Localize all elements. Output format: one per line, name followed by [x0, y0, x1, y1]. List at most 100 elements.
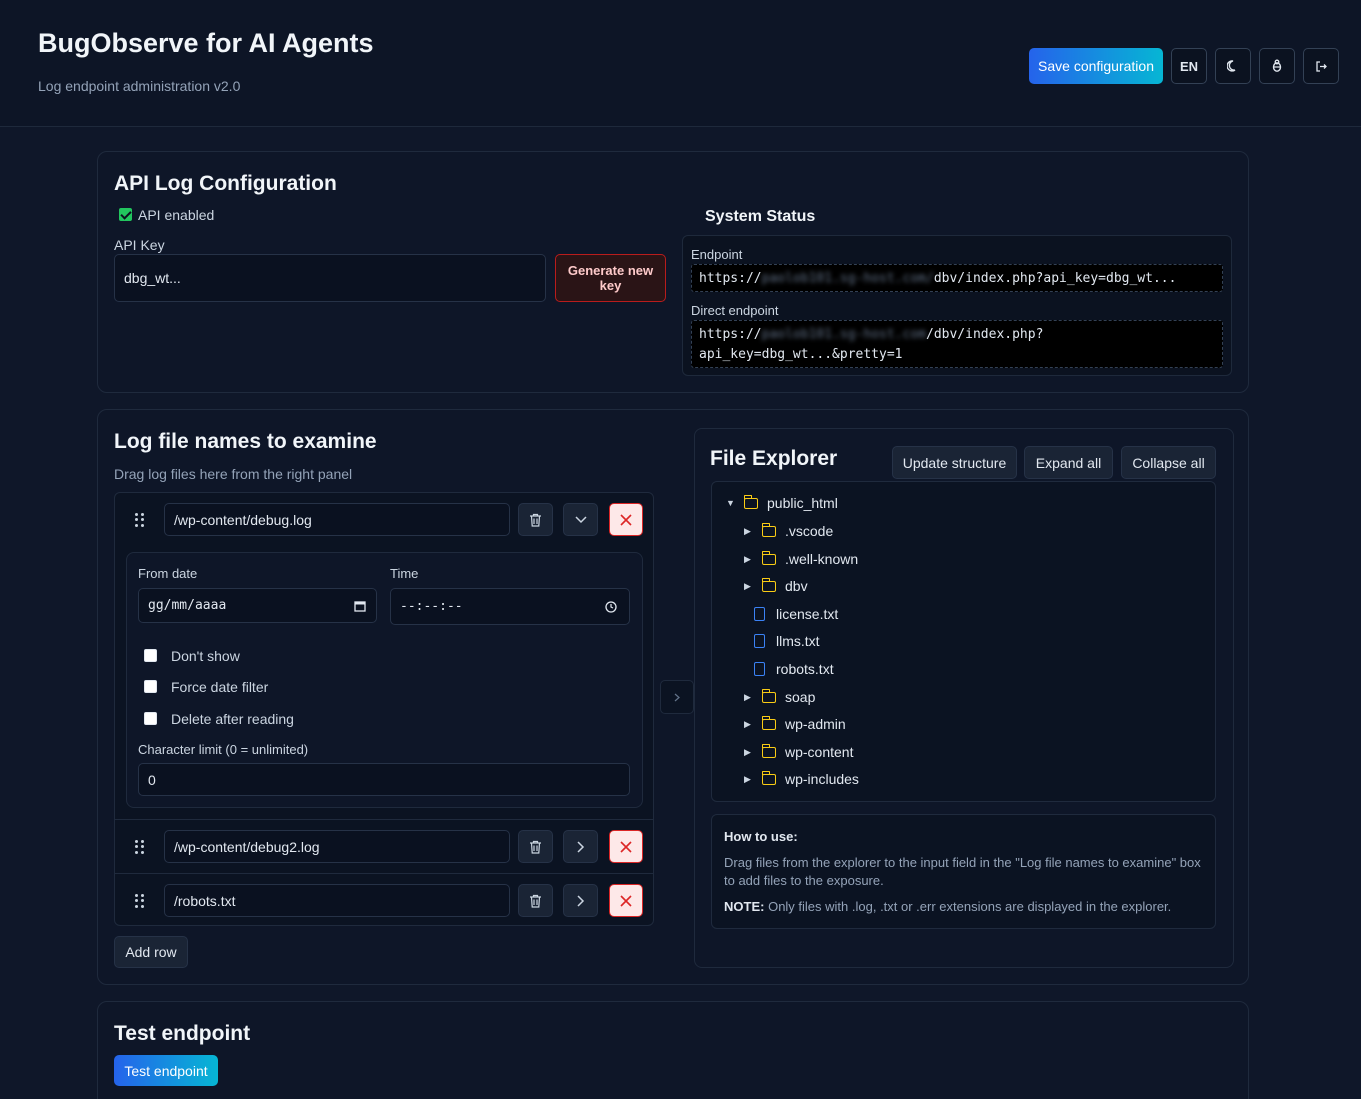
char-limit-label: Character limit (0 = unlimited): [138, 742, 309, 757]
from-date-label: From date: [138, 566, 198, 581]
folder-icon: [761, 743, 776, 758]
remove-row-button[interactable]: [609, 884, 643, 917]
collapse-all-button[interactable]: Collapse all: [1121, 446, 1216, 479]
dont-show-checkbox[interactable]: [144, 649, 157, 662]
tree-file[interactable]: robots.txt: [754, 661, 834, 677]
how-to-use-box: How to use: Drag files from the explorer…: [711, 814, 1216, 929]
tree-file[interactable]: license.txt: [754, 606, 838, 622]
from-date-placeholder: gg/mm/aaaa: [148, 598, 227, 613]
time-input[interactable]: --:--:--: [390, 588, 630, 625]
debug-button[interactable]: [1259, 48, 1295, 84]
log-file-path-input[interactable]: /robots.txt: [164, 884, 510, 917]
direct-host-blurred: paolob101.sg-host.com: [761, 327, 926, 342]
chevron-right-icon: [674, 693, 680, 701]
tree-label: soap: [785, 689, 816, 705]
test-endpoint-button[interactable]: Test endpoint: [114, 1055, 218, 1086]
dont-show-label: Don't show: [171, 648, 240, 664]
moon-icon: [1227, 60, 1236, 72]
char-limit-input[interactable]: 0: [138, 763, 630, 796]
caret-right-icon: ▶: [744, 746, 751, 757]
drag-handle-icon[interactable]: [135, 894, 145, 908]
endpoint-label: Endpoint: [691, 247, 743, 262]
api-key-input[interactable]: dbg_wt...: [114, 254, 546, 302]
expand-all-button[interactable]: Expand all: [1024, 446, 1113, 479]
note-label: NOTE:: [724, 899, 765, 914]
time-placeholder: --:--:--: [400, 599, 463, 614]
close-icon: [620, 840, 632, 853]
endpoint-suffix: dbv/index.php?api_key=dbg_wt...: [933, 271, 1177, 286]
direct-prefix: https://: [699, 327, 762, 342]
force-date-filter-checkbox[interactable]: [144, 680, 157, 693]
tree-folder[interactable]: ▶ wp-content: [744, 743, 853, 760]
tree-folder[interactable]: ▶ wp-includes: [744, 770, 859, 787]
app-header: BugObserve for AI Agents Log endpoint ad…: [0, 0, 1361, 127]
chevron-right-icon: [576, 840, 584, 853]
trash-icon: [530, 840, 541, 854]
delete-file-button[interactable]: [518, 503, 553, 536]
direct-suffix-1: /dbv/index.php?: [926, 327, 1044, 342]
tree-label: .well-known: [785, 551, 859, 567]
tree-folder[interactable]: ▶ .vscode: [744, 522, 833, 539]
tree-folder[interactable]: ▶ wp-admin: [744, 715, 846, 732]
add-row-button[interactable]: Add row: [114, 936, 188, 968]
test-endpoint-title: Test endpoint: [114, 1022, 251, 1045]
tree-label: wp-admin: [785, 716, 846, 732]
api-enabled-checkbox[interactable]: [119, 208, 132, 221]
tree-folder-root[interactable]: ▼ public_html: [726, 494, 838, 511]
tree-folder[interactable]: ▶ dbv: [744, 577, 808, 594]
caret-right-icon: ▶: [744, 580, 751, 591]
drag-handle-icon[interactable]: [135, 513, 145, 527]
delete-after-reading-checkbox[interactable]: [144, 712, 157, 725]
log-files-title: Log file names to examine: [114, 430, 377, 453]
direct-endpoint-label: Direct endpoint: [691, 303, 779, 318]
folder-icon: [743, 494, 758, 509]
collapse-row-button[interactable]: [563, 503, 598, 536]
test-endpoint-card: Test endpoint Test endpoint: [97, 1001, 1249, 1099]
delete-file-button[interactable]: [518, 830, 553, 863]
remove-row-button[interactable]: [609, 830, 643, 863]
row-options-panel: From date gg/mm/aaaa Time --:--:-- Don't…: [126, 552, 643, 808]
expand-row-button[interactable]: [563, 830, 598, 863]
tree-folder-label: public_html: [767, 495, 838, 511]
delete-file-button[interactable]: [518, 884, 553, 917]
log-file-path-input[interactable]: /wp-content/debug2.log: [164, 830, 510, 863]
logout-icon: [1315, 60, 1327, 72]
folder-icon: [761, 715, 776, 730]
language-button[interactable]: EN: [1171, 48, 1207, 84]
folder-icon: [761, 522, 776, 537]
log-files-list: /wp-content/debug.log From date gg/mm/aa…: [114, 492, 654, 926]
force-date-filter-label: Force date filter: [171, 679, 269, 695]
generate-key-button[interactable]: Generate new key: [555, 254, 666, 302]
file-tree: ▼ public_html ▶ .vscode ▶ .well-known ▶ dbv…: [711, 481, 1216, 802]
panel-toggle-button[interactable]: [660, 680, 694, 714]
file-icon: [754, 634, 765, 648]
log-file-path-input[interactable]: /wp-content/debug.log: [164, 503, 510, 536]
tree-label: dbv: [785, 578, 808, 594]
remove-row-button[interactable]: [609, 503, 643, 536]
tree-file[interactable]: llms.txt: [754, 633, 820, 649]
update-structure-button[interactable]: Update structure: [892, 446, 1017, 479]
from-date-input[interactable]: gg/mm/aaaa: [138, 588, 377, 623]
tree-label: llms.txt: [776, 633, 820, 649]
logout-button[interactable]: [1303, 48, 1339, 84]
file-explorer-panel: File Explorer Update structure Expand al…: [694, 428, 1234, 968]
file-icon: [754, 662, 765, 676]
how-to-text: Drag files from the explorer to the inpu…: [724, 855, 1201, 888]
api-config-title: API Log Configuration: [114, 172, 337, 195]
tree-folder[interactable]: ▶ soap: [744, 688, 816, 705]
caret-right-icon: ▶: [744, 691, 751, 702]
trash-icon: [530, 513, 541, 527]
endpoint-url[interactable]: https://paolob101.sg-host.com/dbv/index.…: [691, 264, 1223, 292]
endpoint-host-blurred: paolob101.sg-host.com/: [761, 271, 934, 286]
trash-icon: [530, 894, 541, 908]
direct-endpoint-url[interactable]: https://paolob101.sg-host.com/dbv/index.…: [691, 320, 1223, 368]
system-status-title: System Status: [705, 208, 816, 225]
row-divider: [115, 873, 653, 874]
how-to-note: NOTE: Only files with .log, .txt or .err…: [724, 898, 1203, 916]
drag-handle-icon[interactable]: [135, 840, 145, 854]
tree-folder[interactable]: ▶ .well-known: [744, 550, 859, 567]
theme-toggle-button[interactable]: [1215, 48, 1251, 84]
expand-row-button[interactable]: [563, 884, 598, 917]
save-configuration-button[interactable]: Save configuration: [1029, 48, 1163, 84]
row-divider: [115, 819, 653, 820]
